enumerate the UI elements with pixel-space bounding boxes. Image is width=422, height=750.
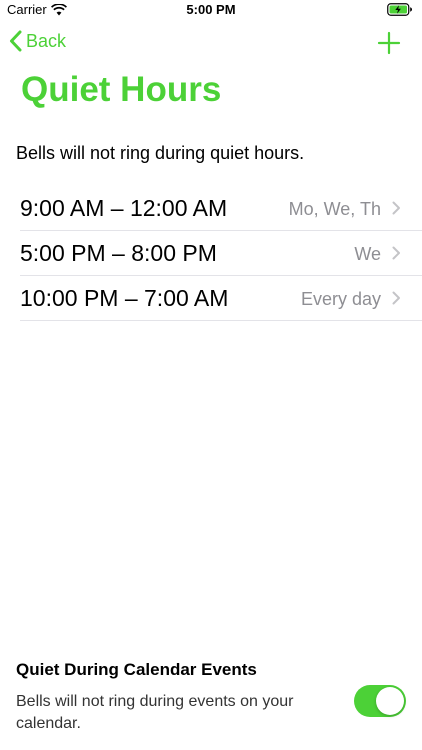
- calendar-section-title: Quiet During Calendar Events: [16, 660, 257, 679]
- schedule-time: 10:00 PM – 7:00 AM: [20, 285, 229, 311]
- schedule-days: We: [354, 244, 381, 264]
- schedule-time: 9:00 AM – 12:00 AM: [20, 195, 228, 221]
- page-title: Quiet Hours: [21, 70, 222, 109]
- chevron-right-icon: [392, 291, 400, 305]
- chevron-right-icon: [392, 246, 400, 260]
- chevron-right-icon: [392, 201, 400, 215]
- toggle-knob: [376, 687, 404, 715]
- status-right: [387, 3, 413, 16]
- back-button[interactable]: Back: [9, 30, 66, 52]
- calendar-section-description: Bells will not ring during events on you…: [16, 693, 294, 732]
- status-bar: Carrier 5:00 PM: [0, 0, 422, 22]
- schedule-list: 9:00 AM – 12:00 AM Mo, We, Th 5:00 PM – …: [20, 186, 422, 321]
- status-time: 5:00 PM: [186, 2, 236, 17]
- schedule-days: Every day: [300, 289, 381, 309]
- schedule-row[interactable]: 5:00 PM – 8:00 PM We: [20, 231, 422, 276]
- schedule-row[interactable]: 9:00 AM – 12:00 AM Mo, We, Th: [20, 186, 422, 231]
- battery-charging-icon: [387, 3, 412, 16]
- schedule-days: Mo, We, Th: [288, 199, 381, 219]
- calendar-quiet-toggle[interactable]: [354, 685, 406, 717]
- back-label: Back: [26, 30, 67, 51]
- chevron-left-icon: [10, 30, 22, 52]
- plus-icon[interactable]: [376, 30, 402, 56]
- schedule-row[interactable]: 10:00 PM – 7:00 AM Every day: [20, 276, 422, 321]
- schedule-time: 5:00 PM – 8:00 PM: [20, 240, 217, 266]
- page-description: Bells will not ring during quiet hours.: [16, 143, 305, 163]
- calendar-events-section: Quiet During Calendar Events Bells will …: [16, 660, 406, 732]
- navigation-bar: Back: [0, 22, 422, 66]
